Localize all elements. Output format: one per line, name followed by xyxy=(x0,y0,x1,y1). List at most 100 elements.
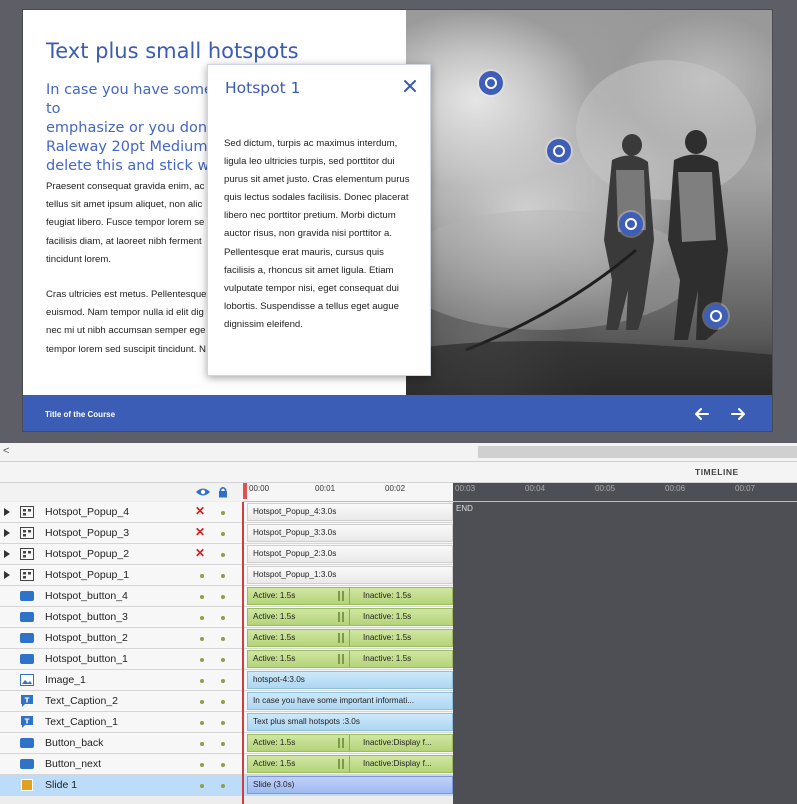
smart-shape-group-icon xyxy=(20,506,34,518)
lock-dot[interactable] xyxy=(221,658,225,662)
segment-divider xyxy=(349,588,350,604)
close-icon[interactable] xyxy=(402,78,418,94)
expand-arrow-icon[interactable] xyxy=(4,529,10,537)
lock-dot[interactable] xyxy=(221,784,225,788)
expand-arrow-icon[interactable] xyxy=(4,508,10,516)
lock-dot[interactable] xyxy=(221,721,225,725)
visibility-dot[interactable] xyxy=(200,700,204,704)
timing-bar[interactable]: Hotspot_Popup_1:3.0s xyxy=(247,566,453,584)
back-arrow-button[interactable] xyxy=(693,405,711,423)
timeline-start-line xyxy=(242,502,244,804)
timeline-row[interactable]: Hotspot_Popup_1 Hotspot_Popup_1:3.0s xyxy=(0,565,453,586)
slide-icon xyxy=(21,779,33,791)
inactive-segment-label: Inactive: 1.5s xyxy=(363,654,412,663)
timing-bar[interactable]: Hotspot_Popup_2:3.0s xyxy=(247,545,453,563)
tick-label: 00:05 xyxy=(595,484,616,493)
hotspot-button-3[interactable] xyxy=(619,212,643,236)
lock-dot[interactable] xyxy=(221,763,225,767)
timing-bar[interactable]: Active: 1.5s Inactive:Display f... xyxy=(247,755,453,773)
hidden-x-icon[interactable]: ✕ xyxy=(195,546,205,560)
eye-icon[interactable] xyxy=(195,487,211,497)
layer-name: Hotspot_button_4 xyxy=(45,590,128,602)
timeline-row[interactable]: Hotspot_button_3 Active: 1.5s Inactive: … xyxy=(0,607,453,628)
tick-label: 00:03 xyxy=(455,484,476,493)
lock-dot[interactable] xyxy=(221,532,225,536)
layer-name: Hotspot_button_3 xyxy=(45,611,128,623)
visibility-dot[interactable] xyxy=(200,679,204,683)
timeline-row[interactable]: T Text_Caption_2 In case you have some imp… xyxy=(0,691,453,712)
timeline-rows: Hotspot_Popup_4 ✕ Hotspot_Popup_4:3.0s Hots… xyxy=(0,502,797,804)
button-shape-icon xyxy=(20,759,34,769)
slide-footer-bar: Title of the Course xyxy=(23,395,772,431)
visibility-dot[interactable] xyxy=(200,574,204,578)
timing-bar[interactable]: Slide (3.0s) xyxy=(247,776,453,794)
lock-dot[interactable] xyxy=(221,616,225,620)
timing-bar[interactable]: Active: 1.5s Inactive: 1.5s xyxy=(247,650,453,668)
slide-title[interactable]: Text plus small hotspots xyxy=(46,39,299,63)
visibility-dot[interactable] xyxy=(200,721,204,725)
lock-dot[interactable] xyxy=(221,679,225,683)
lock-dot[interactable] xyxy=(221,511,225,515)
horizontal-scrollbar[interactable]: < xyxy=(0,443,797,462)
visibility-dot[interactable] xyxy=(200,595,204,599)
lock-dot[interactable] xyxy=(221,574,225,578)
playhead[interactable] xyxy=(243,483,247,499)
lock-dot[interactable] xyxy=(221,553,225,557)
next-arrow-button[interactable] xyxy=(729,405,747,423)
timeline-label: TIMELINE xyxy=(695,467,739,477)
timeline-row[interactable]: Hotspot_button_1 Active: 1.5s Inactive: … xyxy=(0,649,453,670)
pause-icon xyxy=(338,759,346,769)
timing-bar[interactable]: Active: 1.5s Inactive: 1.5s xyxy=(247,629,453,647)
visibility-dot[interactable] xyxy=(200,658,204,662)
visibility-dot[interactable] xyxy=(200,616,204,620)
time-ruler[interactable]: 00:00 00:01 00:02 00:03 00:04 00:05 00:0… xyxy=(243,483,797,502)
inactive-segment-label: Inactive: 1.5s xyxy=(363,612,412,621)
timing-bar[interactable]: hotspot-4:3.0s xyxy=(247,671,453,689)
hotspot-button-4[interactable] xyxy=(704,304,728,328)
visibility-dot[interactable] xyxy=(200,742,204,746)
visibility-dot[interactable] xyxy=(200,637,204,641)
timing-bar[interactable]: In case you have some important informat… xyxy=(247,692,453,710)
timeline-row[interactable]: Button_back Active: 1.5s Inactive:Displa… xyxy=(0,733,453,754)
timeline-row[interactable]: Hotspot_Popup_3 ✕ Hotspot_Popup_3:3.0s xyxy=(0,523,453,544)
timeline-row[interactable]: T Text_Caption_1 Text plus small hotspots … xyxy=(0,712,453,733)
hotspot-popup[interactable]: Hotspot 1 Sed dictum, turpis ac maximus … xyxy=(207,64,431,376)
timeline-row[interactable]: Hotspot_button_4 Active: 1.5s Inactive: … xyxy=(0,586,453,607)
expand-arrow-icon[interactable] xyxy=(4,550,10,558)
timing-bar[interactable]: Active: 1.5s Inactive: 1.5s xyxy=(247,587,453,605)
lock-dot[interactable] xyxy=(221,700,225,704)
timing-bar[interactable]: Hotspot_Popup_3:3.0s xyxy=(247,524,453,542)
scrollbar-thumb[interactable] xyxy=(478,446,797,458)
visibility-dot[interactable] xyxy=(200,763,204,767)
firefighters-image[interactable] xyxy=(406,10,772,395)
inactive-segment-label: Inactive: 1.5s xyxy=(363,591,412,600)
lock-dot[interactable] xyxy=(221,637,225,641)
layer-name: Hotspot_Popup_2 xyxy=(45,548,130,560)
text-caption-icon: T xyxy=(21,695,33,707)
button-shape-icon xyxy=(20,633,34,643)
timeline-row[interactable]: Hotspot_Popup_2 ✕ Hotspot_Popup_2:3.0s xyxy=(0,544,453,565)
timing-bar[interactable]: Hotspot_Popup_4:3.0s xyxy=(247,503,453,521)
hotspot-button-2[interactable] xyxy=(547,139,571,163)
timeline-row[interactable]: Hotspot_button_2 Active: 1.5s Inactive: … xyxy=(0,628,453,649)
timing-bar[interactable]: Active: 1.5s Inactive:Display f... xyxy=(247,734,453,752)
expand-arrow-icon[interactable] xyxy=(4,571,10,579)
scroll-left-icon[interactable]: < xyxy=(3,445,9,457)
timeline-row[interactable]: Slide 1 Slide (3.0s) xyxy=(0,775,453,796)
layer-name: Slide 1 xyxy=(45,779,78,791)
timing-bar[interactable]: Active: 1.5s Inactive: 1.5s xyxy=(247,608,453,626)
lock-dot[interactable] xyxy=(221,742,225,746)
layer-name: Hotspot_Popup_4 xyxy=(45,506,130,518)
hotspot-button-1[interactable] xyxy=(479,71,503,95)
timeline-row[interactable]: Image_1 hotspot-4:3.0s xyxy=(0,670,453,691)
timeline-row[interactable]: Button_next Active: 1.5s Inactive:Displa… xyxy=(0,754,453,775)
hidden-x-icon[interactable]: ✕ xyxy=(195,504,205,518)
lock-dot[interactable] xyxy=(221,595,225,599)
timing-bar[interactable]: Text plus small hotspots :3.0s xyxy=(247,713,453,731)
timeline-row[interactable]: Hotspot_Popup_4 ✕ Hotspot_Popup_4:3.0s xyxy=(0,502,453,523)
hidden-x-icon[interactable]: ✕ xyxy=(195,525,205,539)
button-shape-icon xyxy=(20,654,34,664)
layer-name: Text_Caption_1 xyxy=(45,716,118,728)
visibility-dot[interactable] xyxy=(200,784,204,788)
lock-icon[interactable] xyxy=(218,486,228,498)
